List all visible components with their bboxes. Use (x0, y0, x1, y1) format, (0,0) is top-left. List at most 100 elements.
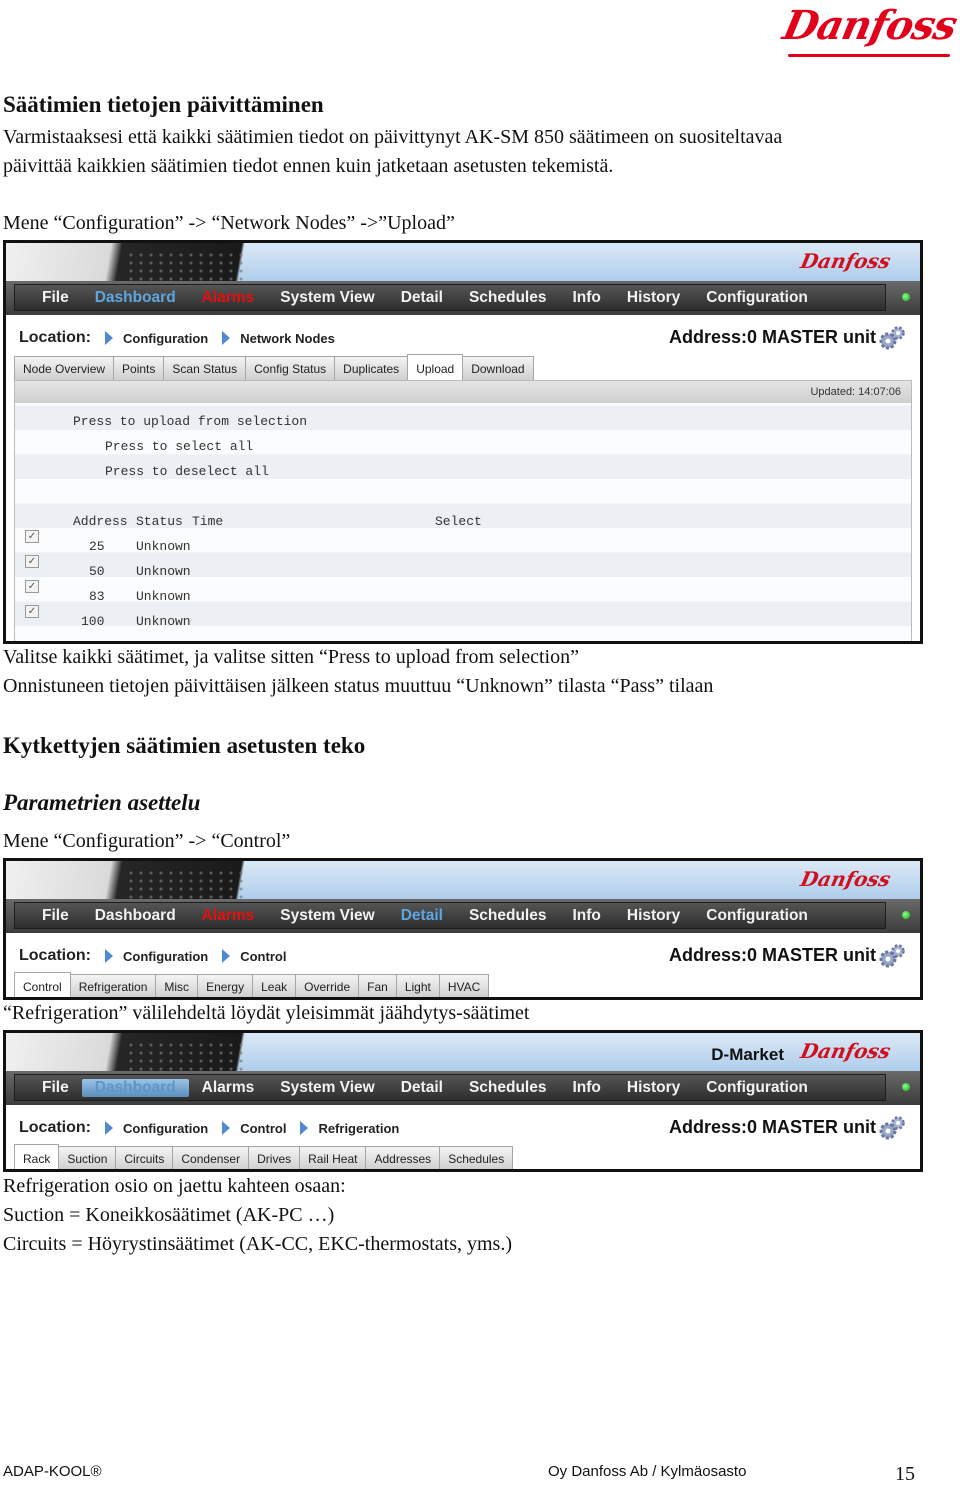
row-checkbox[interactable]: ✓ (25, 555, 39, 568)
logo-text: Danfoss (779, 2, 960, 49)
menu-detail[interactable]: Detail (388, 289, 456, 307)
tab-condenser[interactable]: Condenser (172, 1146, 250, 1169)
row-checkbox[interactable]: ✓ (25, 530, 39, 543)
menu-configuration[interactable]: Configuration (693, 289, 821, 307)
upload-selection-button[interactable]: Press to upload from selection (73, 414, 307, 429)
section2-subheading: Parametrien asettelu (3, 790, 201, 815)
menu-dashboard[interactable]: Dashboard (82, 907, 189, 925)
menu-schedules[interactable]: Schedules (456, 289, 560, 307)
tab-rail-heat[interactable]: Rail Heat (299, 1146, 367, 1169)
menu-info[interactable]: Info (559, 907, 613, 925)
unit-address: Address:0 MASTER unit (668, 327, 876, 347)
upload-panel: Updated: 14:07:06 Press to upload from s… (14, 380, 912, 641)
tab-config-status[interactable]: Config Status (245, 356, 336, 380)
menu-schedules[interactable]: Schedules (456, 1079, 560, 1097)
crumb-network-nodes[interactable]: Network Nodes (222, 331, 335, 346)
gears-icon[interactable] (878, 325, 906, 351)
row-status: Unknown (136, 539, 191, 554)
tab-rack[interactable]: Rack (14, 1144, 60, 1169)
row-status: Unknown (136, 589, 191, 604)
main-menu: File Dashboard Alarms System View Detail… (6, 899, 920, 933)
banner-logo: Danfoss (798, 1039, 893, 1063)
menu-detail[interactable]: Detail (388, 907, 456, 925)
tab-schedules[interactable]: Schedules (439, 1146, 514, 1169)
breadcrumb: Location: Configuration Network Nodes (19, 329, 349, 347)
tab-light[interactable]: Light (395, 974, 440, 997)
crumb-label: Control (240, 948, 287, 964)
menu-configuration[interactable]: Configuration (693, 907, 821, 925)
arrow-right-icon (222, 949, 231, 963)
tab-download[interactable]: Download (462, 356, 534, 380)
danfoss-logo: Danfoss (779, 2, 960, 68)
instruction-upload: Mene “Configuration” -> “Network Nodes” … (3, 212, 455, 234)
tab-circuits[interactable]: Circuits (115, 1146, 174, 1169)
tab-scan-status[interactable]: Scan Status (163, 356, 247, 380)
tab-leak[interactable]: Leak (252, 974, 297, 997)
menu-row: File Dashboard Alarms System View Detail… (14, 902, 886, 929)
menu-alarms[interactable]: Alarms (189, 1079, 268, 1097)
tab-bar: Rack Suction Circuits Condenser Drives R… (14, 1144, 514, 1169)
menu-file[interactable]: File (15, 289, 82, 307)
tab-suction[interactable]: Suction (58, 1146, 117, 1169)
main-menu: File Dashboard Alarms System View Detail… (6, 281, 920, 315)
gears-icon[interactable] (878, 943, 906, 969)
footer-company: Oy Danfoss Ab / Kylmäosasto (548, 1463, 747, 1480)
menu-file[interactable]: File (15, 907, 82, 925)
deselect-all-button[interactable]: Press to deselect all (105, 464, 269, 479)
menu-system-view[interactable]: System View (267, 907, 388, 925)
menu-history[interactable]: History (614, 907, 693, 925)
location-label: Location: (19, 329, 91, 346)
menu-system-view[interactable]: System View (267, 1079, 388, 1097)
crumb-control[interactable]: Control (222, 1121, 286, 1136)
menu-history[interactable]: History (614, 1079, 693, 1097)
crumb-label: Network Nodes (240, 330, 335, 346)
menu-file[interactable]: File (15, 1079, 82, 1097)
gears-icon[interactable] (878, 1115, 906, 1141)
row-checkbox[interactable]: ✓ (25, 605, 39, 618)
tab-energy[interactable]: Energy (197, 974, 254, 997)
section2-heading: Kytkettyjen säätimien asetusten teko (3, 733, 366, 758)
menu-info[interactable]: Info (559, 1079, 613, 1097)
menu-info[interactable]: Info (559, 289, 613, 307)
tab-override[interactable]: Override (295, 974, 360, 997)
crumb-configuration[interactable]: Configuration (105, 1121, 208, 1136)
crumb-label: Refrigeration (318, 1120, 400, 1136)
crumb-refrigeration[interactable]: Refrigeration (300, 1121, 399, 1136)
tab-duplicates[interactable]: Duplicates (334, 356, 409, 380)
menu-system-view[interactable]: System View (267, 289, 388, 307)
select-all-button[interactable]: Press to select all (105, 439, 253, 454)
menu-row: File Dashboard Alarms System View Detail… (14, 284, 886, 311)
tab-misc[interactable]: Misc (155, 974, 199, 997)
tab-node-overview[interactable]: Node Overview (14, 356, 115, 380)
tab-drives[interactable]: Drives (248, 1146, 301, 1169)
crumb-control[interactable]: Control (222, 949, 286, 964)
breadcrumb: Location: Configuration Control Refriger… (19, 1119, 413, 1137)
logo-swoosh (788, 54, 950, 57)
banner-logo: Danfoss (798, 249, 893, 273)
menu-dashboard[interactable]: Dashboard (82, 289, 189, 307)
tab-upload[interactable]: Upload (407, 354, 464, 380)
status-led-icon (902, 911, 910, 919)
menu-detail[interactable]: Detail (388, 1079, 456, 1097)
menu-alarms[interactable]: Alarms (189, 907, 268, 925)
crumb-label: Control (240, 1120, 287, 1136)
menu-configuration[interactable]: Configuration (693, 1079, 821, 1097)
menu-alarms[interactable]: Alarms (189, 289, 268, 307)
crumb-configuration[interactable]: Configuration (105, 949, 208, 964)
tab-bar: Node Overview Points Scan Status Config … (14, 354, 534, 380)
tab-points[interactable]: Points (113, 356, 165, 380)
menu-schedules[interactable]: Schedules (456, 907, 560, 925)
menu-row: File Dashboard Alarms System View Detail… (14, 1074, 886, 1101)
crumb-configuration[interactable]: Configuration (105, 331, 208, 346)
menu-history[interactable]: History (614, 289, 693, 307)
menu-dashboard[interactable]: Dashboard (81, 1078, 189, 1097)
summary-line-3: Circuits = Höyrystinsäätimet (AK-CC, EKC… (3, 1233, 513, 1255)
breadcrumb: Location: Configuration Control (19, 947, 300, 965)
row-checkbox[interactable]: ✓ (25, 580, 39, 593)
row-address: 83 (89, 589, 105, 604)
tab-addresses[interactable]: Addresses (365, 1146, 441, 1169)
tab-hvac[interactable]: HVAC (438, 974, 490, 997)
tab-refrigeration[interactable]: Refrigeration (69, 974, 157, 997)
tab-control[interactable]: Control (14, 972, 71, 997)
tab-fan[interactable]: Fan (358, 974, 397, 997)
